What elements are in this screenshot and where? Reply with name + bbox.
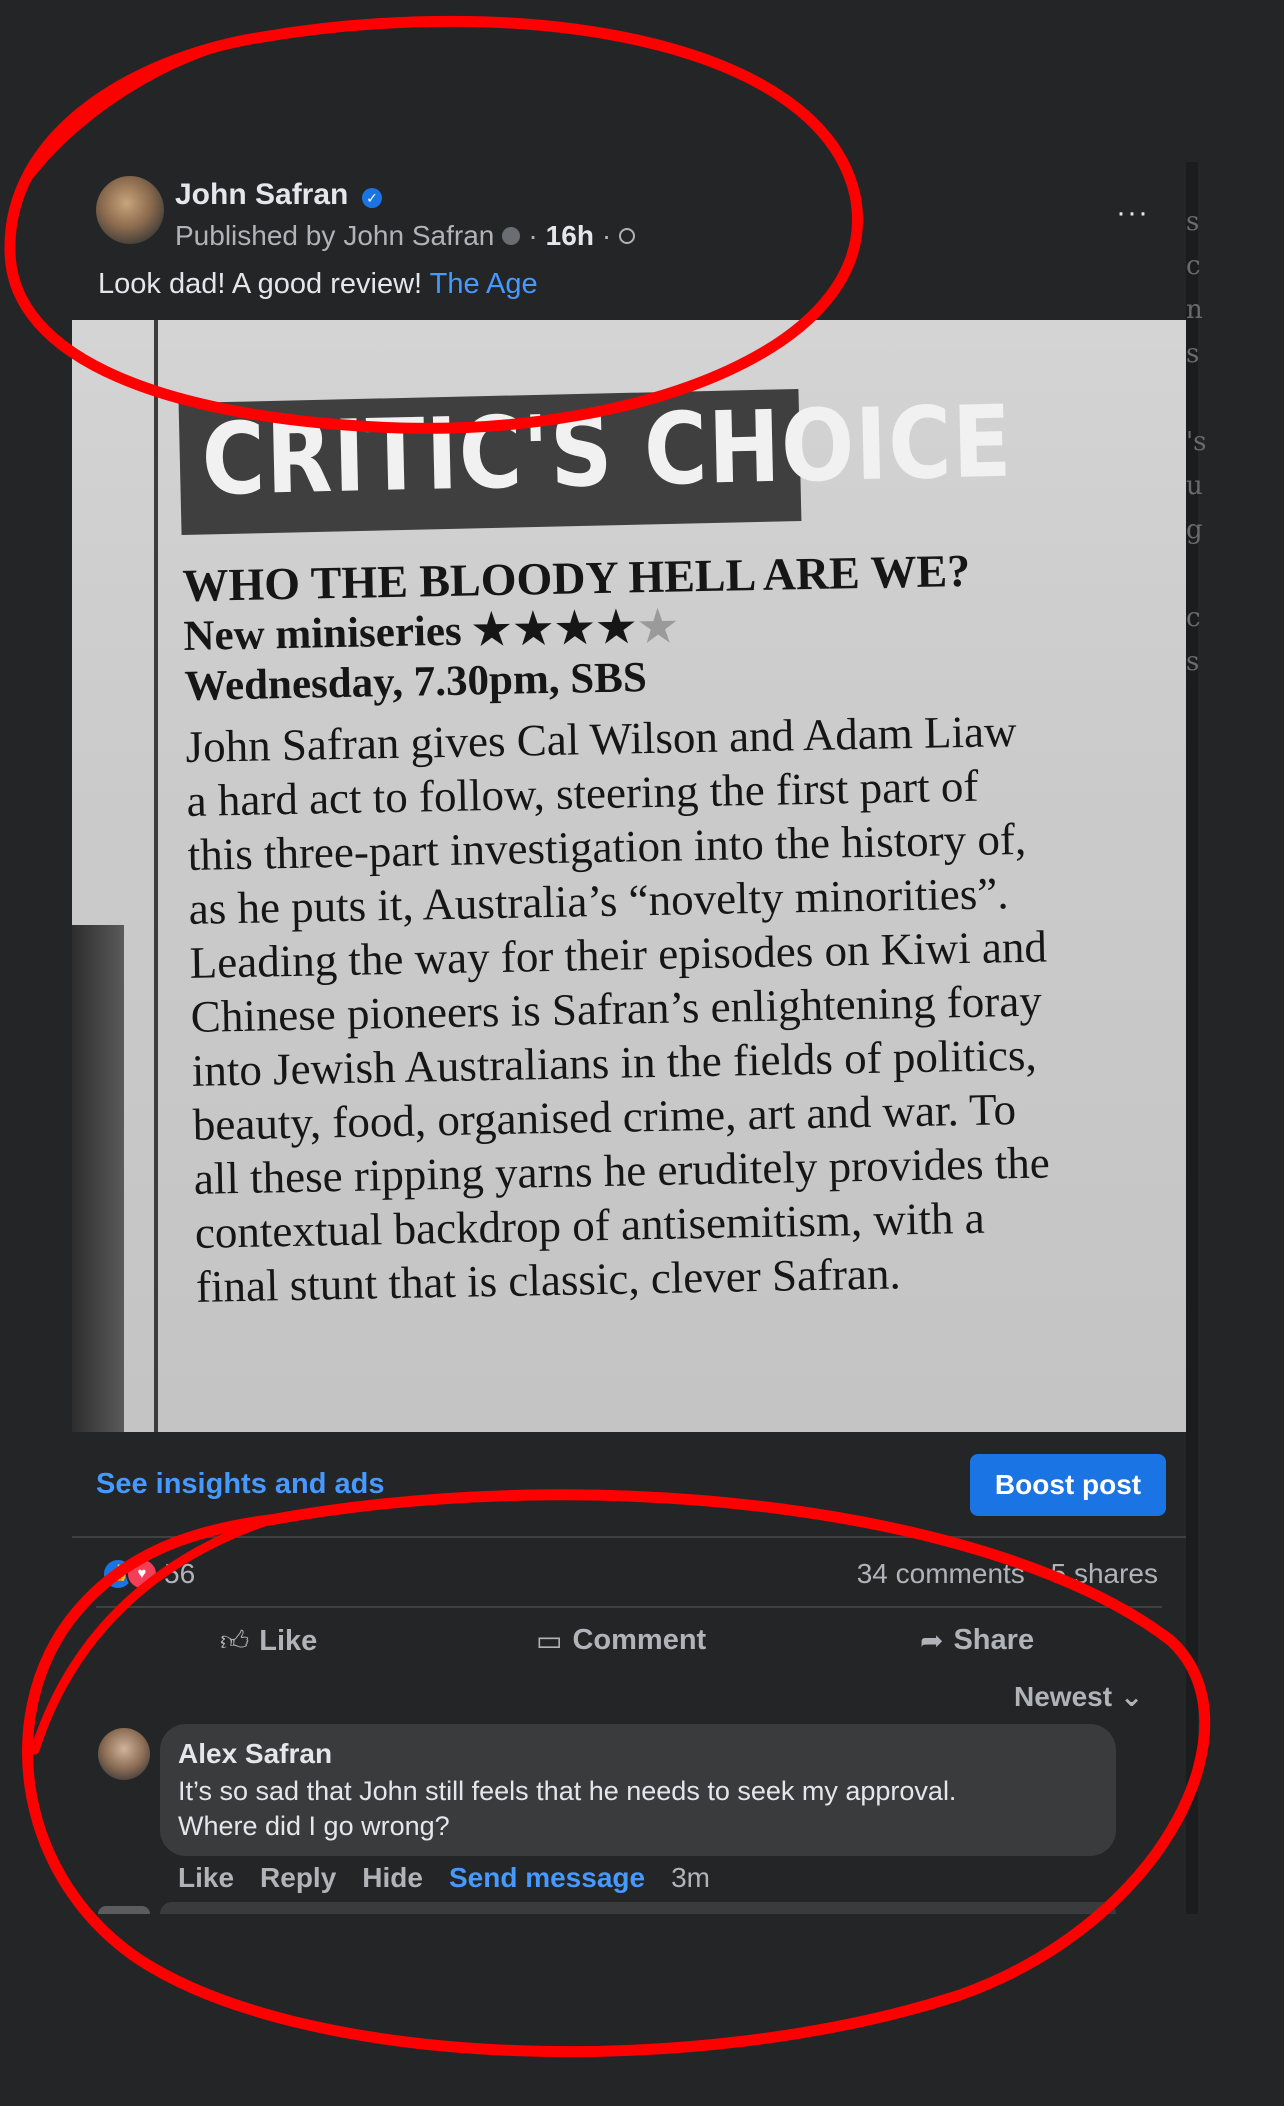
next-comment-bubble [160, 1902, 1116, 1914]
red-circle-top-tail [25, 35, 250, 180]
caption-link[interactable]: The Age [430, 268, 538, 300]
post-time[interactable]: 16h [546, 220, 594, 252]
comment-reply-button[interactable]: Reply [260, 1862, 336, 1894]
more-options-icon[interactable]: ··· [1116, 196, 1149, 230]
comments-count[interactable]: 34 comments [857, 1558, 1025, 1589]
edge-letter: g [1186, 515, 1203, 545]
adjacent-page-edge: scns 's u g cs [1186, 200, 1207, 684]
caption-text: Look dad! A good review! [98, 268, 423, 300]
edge-letter: s [1186, 647, 1200, 677]
byline-sep-2: · [601, 220, 612, 251]
like-button[interactable]: 👍︎ Like [220, 1624, 317, 1658]
review-article: WHO THE BLOODY HELL ARE WE? New miniseri… [182, 541, 1186, 1314]
share-label: Share [953, 1624, 1035, 1656]
verified-badge-icon: ✓ [362, 188, 382, 208]
review-format: New miniseries [183, 607, 463, 660]
boost-post-button[interactable]: Boost post [970, 1454, 1166, 1516]
comment-like-button[interactable]: Like [178, 1862, 234, 1894]
comment-hide-button[interactable]: Hide [362, 1862, 423, 1894]
comment-label: Comment [572, 1624, 707, 1656]
comment-sort-dropdown[interactable]: Newest ⌄ [1014, 1680, 1143, 1713]
post-caption: Look dad! A good review! The Age [98, 268, 538, 301]
comment-text: It’s so sad that John still feels that h… [178, 1774, 956, 1844]
author-name[interactable]: John Safran [175, 178, 348, 212]
chevron-down-icon: ⌄ [1119, 1681, 1144, 1712]
engagement-counts: 34 comments 5 shares [857, 1558, 1158, 1590]
reaction-summary[interactable]: 👍 ♥ 56 [102, 1558, 195, 1590]
byline-name[interactable]: John Safran [343, 220, 494, 252]
shares-count[interactable]: 5 shares [1051, 1558, 1158, 1589]
screenshot-stage: scns 's u g cs John Safran ✓ Published by … [0, 0, 1284, 2106]
love-reaction-icon: ♥ [126, 1558, 158, 1590]
page-badge-icon [502, 227, 521, 245]
thumbs-up-icon: 👍︎ [220, 1625, 250, 1656]
edge-letter [1186, 376, 1206, 420]
comment-bubble: Alex Safran It’s so sad that John still … [160, 1724, 1116, 1856]
edge-letter: s [1186, 207, 1200, 237]
comment-line: It’s so sad that John still feels that h… [178, 1776, 957, 1806]
review-body: John Safran gives Cal Wilson and Adam Li… [185, 701, 1186, 1314]
comment-bubble-icon: ▭ [536, 1625, 563, 1656]
commenter-name[interactable]: Alex Safran [178, 1738, 332, 1770]
edge-letter: n [1186, 295, 1203, 325]
share-button[interactable]: ➦ Share [920, 1624, 1034, 1657]
divider [72, 1536, 1186, 1538]
see-insights-link[interactable]: See insights and ads [96, 1468, 384, 1501]
comment-time[interactable]: 3m [671, 1862, 710, 1894]
comment-actions: Like Reply Hide Send message 3m [178, 1862, 710, 1894]
star-empty: ★ [638, 603, 681, 652]
globe-icon [619, 228, 636, 244]
comment-button[interactable]: ▭ Comment [536, 1624, 706, 1657]
post-photo[interactable]: CRITIC'S CHOICE WHO THE BLOODY HELL ARE … [72, 320, 1186, 1432]
insights-bar: See insights and ads Boost post [72, 1432, 1186, 1536]
star-rating-icon: ★★★★★ [472, 603, 681, 654]
author-avatar[interactable] [96, 176, 164, 244]
commenter-avatar[interactable] [98, 1728, 150, 1780]
edge-letter [1186, 552, 1206, 596]
share-arrow-icon: ➦ [920, 1625, 944, 1656]
stars-full: ★★★★ [471, 604, 640, 655]
critics-choice-banner: CRITIC'S CHOICE [178, 385, 1013, 536]
post-byline: Published by John Safran · 16h · [175, 220, 636, 252]
edge-letter: s [1186, 339, 1200, 369]
edge-letter: c [1186, 603, 1201, 633]
photo-shadow [72, 925, 124, 1432]
edge-letter: u [1186, 471, 1203, 501]
divider [96, 1606, 1162, 1608]
edge-letter: c [1186, 251, 1201, 281]
send-message-button[interactable]: Send message [449, 1862, 645, 1894]
comment-line: Where did I go wrong? [178, 1811, 450, 1841]
reaction-count[interactable]: 56 [164, 1558, 195, 1590]
like-label: Like [259, 1624, 318, 1657]
banner-text: CRITIC'S CHOICE [200, 384, 1014, 519]
byline-sep: · [528, 220, 538, 251]
byline-prefix: Published by [175, 220, 336, 251]
next-commenter-avatar [98, 1906, 150, 1914]
sort-label: Newest [1014, 1681, 1113, 1712]
edge-letter: 's [1186, 427, 1207, 457]
clipping-border [154, 320, 158, 1432]
